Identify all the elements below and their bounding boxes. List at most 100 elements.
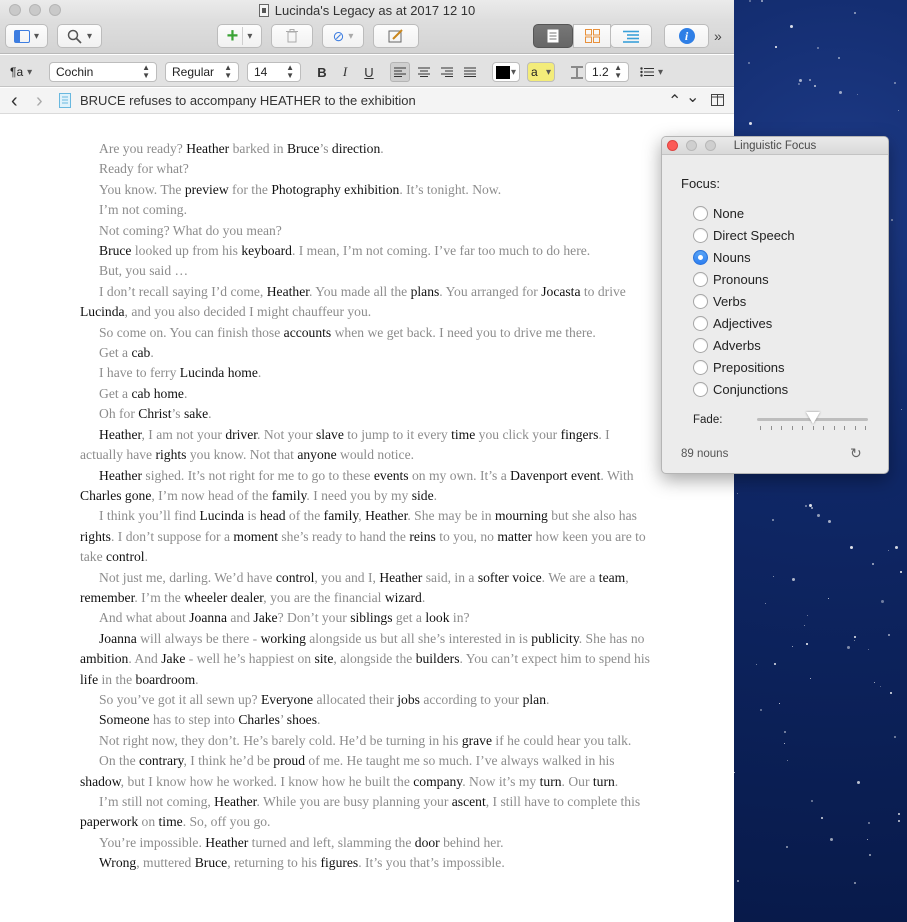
view-corkboard-button[interactable] <box>573 24 611 48</box>
noun: Bruce <box>99 243 132 259</box>
split-editor-button[interactable] <box>711 94 724 109</box>
radio-button[interactable] <box>693 337 708 353</box>
star <box>828 520 831 523</box>
text-color-button[interactable]: ▾ <box>492 62 520 82</box>
star <box>854 640 855 641</box>
paragraph[interactable]: On the contrary, I think he’d be proud o… <box>80 751 655 792</box>
paragraph[interactable]: I have to ferry Lucinda home. <box>80 363 655 383</box>
document-icon <box>258 4 269 17</box>
paragraph[interactable]: Are you ready? Heather barked in Bruce’s… <box>80 139 655 159</box>
paragraph[interactable]: Joanna will always be there - working al… <box>80 629 655 690</box>
noun: Charles gone <box>80 487 152 503</box>
radio-button[interactable] <box>693 359 708 375</box>
radio-button[interactable] <box>693 249 708 265</box>
font-family-select[interactable]: Cochin ▲ ▼ <box>49 62 157 82</box>
previous-document-button[interactable]: ⌃ <box>668 91 681 111</box>
document-text[interactable]: Are you ready? Heather barked in Bruce’s… <box>80 139 655 874</box>
line-spacing-select[interactable]: 1.2 ▲ ▼ <box>585 62 629 82</box>
search-button[interactable]: ▾ <box>57 24 102 48</box>
radio-button[interactable] <box>693 381 708 397</box>
font-size-select[interactable]: 14 ▲ ▼ <box>247 62 301 82</box>
focus-option-verbs[interactable]: Verbs <box>693 290 746 312</box>
toolbar-overflow-button[interactable]: » <box>714 28 722 44</box>
paragraph[interactable]: Not coming? What do you mean? <box>80 221 655 241</box>
faded-text: but she also has <box>547 508 637 524</box>
editor-header: ‹ › BRUCE refuses to accompany HEATHER t… <box>0 88 734 114</box>
radio-button[interactable] <box>693 293 708 309</box>
paragraph[interactable]: I don’t recall saying I’d come, Heather.… <box>80 282 655 323</box>
align-right-button[interactable] <box>437 62 457 82</box>
paragraph[interactable]: Ready for what? <box>80 159 655 179</box>
text-document-icon <box>59 93 71 111</box>
paragraph[interactable]: Oh for Christ’s sake. <box>80 404 655 424</box>
paragraph[interactable]: So come on. You can finish those account… <box>80 323 655 343</box>
paragraph[interactable]: Wrong, muttered Bruce, returning to his … <box>80 853 655 873</box>
attach-button[interactable]: ⊘ ▾ <box>322 24 364 48</box>
forward-button[interactable]: › <box>36 90 43 113</box>
focus-option-prepositions[interactable]: Prepositions <box>693 356 785 378</box>
paragraph[interactable]: Not just me, darling. We’d have control,… <box>80 568 655 609</box>
noun: preview <box>184 181 229 197</box>
binder-button[interactable]: ▾ <box>5 24 48 48</box>
radio-button[interactable] <box>693 205 708 221</box>
star <box>894 736 896 738</box>
noun: shoes <box>286 712 317 728</box>
focus-option-nouns[interactable]: Nouns <box>693 246 751 268</box>
focus-option-direct-speech[interactable]: Direct Speech <box>693 224 795 246</box>
add-button[interactable]: + ▾ <box>217 24 262 48</box>
paragraph[interactable]: Get a cab. <box>80 343 655 363</box>
paragraph[interactable]: I think you’ll find Lucinda is head of t… <box>80 506 655 567</box>
paragraph[interactable]: You’re impossible. Heather turned and le… <box>80 833 655 853</box>
paragraph[interactable]: But, you said … <box>80 261 655 281</box>
trash-button[interactable] <box>271 24 313 48</box>
font-style-select[interactable]: Regular ▲ ▼ <box>165 62 239 82</box>
paragraph[interactable]: So you’ve got it all sewn up? Everyone a… <box>80 690 655 710</box>
radio-button[interactable] <box>693 227 708 243</box>
title-bar: Lucinda's Legacy as at 2017 12 10 <box>0 0 734 20</box>
back-button[interactable]: ‹ <box>11 90 18 113</box>
paragraph-style-button[interactable]: ¶a ▾ <box>10 62 42 82</box>
document-title[interactable]: BRUCE refuses to accompany HEATHER to th… <box>80 93 416 108</box>
paragraph[interactable]: And what about Joanna and Jake? Don’t yo… <box>80 608 655 628</box>
noun: time <box>451 426 476 442</box>
inspector-button[interactable]: i <box>664 24 709 48</box>
text-editor[interactable]: Are you ready? Heather barked in Bruce’s… <box>0 115 734 922</box>
plus-icon: + <box>226 25 239 47</box>
radio-button[interactable] <box>693 271 708 287</box>
panel-zoom-button[interactable] <box>705 140 716 151</box>
updown-icon: ▲ ▼ <box>224 63 232 80</box>
paragraph[interactable]: Bruce looked up from his keyboard. I mea… <box>80 241 655 261</box>
paragraph[interactable]: Heather sighed. It’s not right for me to… <box>80 466 655 507</box>
next-document-button[interactable]: ⌄ <box>686 87 699 107</box>
focus-option-adjectives[interactable]: Adjectives <box>693 312 772 334</box>
view-document-button[interactable] <box>533 24 573 48</box>
italic-button[interactable]: I <box>335 62 355 82</box>
view-outline-button[interactable] <box>610 24 652 48</box>
refresh-icon[interactable]: ↻ <box>850 445 862 462</box>
align-center-button[interactable] <box>414 62 434 82</box>
radio-button[interactable] <box>693 315 708 331</box>
star <box>854 636 856 638</box>
bold-button[interactable]: B <box>312 62 332 82</box>
panel-close-button[interactable] <box>667 140 678 151</box>
paragraph[interactable]: Not right now, they don’t. He’s barely c… <box>80 731 655 751</box>
focus-option-pronouns[interactable]: Pronouns <box>693 268 769 290</box>
paragraph[interactable]: I’m still not coming, Heather. While you… <box>80 792 655 833</box>
align-left-button[interactable] <box>390 62 410 82</box>
focus-option-conjunctions[interactable]: Conjunctions <box>693 378 788 400</box>
faded-text: . It’s you that’s impossible. <box>358 855 505 871</box>
focus-option-adverbs[interactable]: Adverbs <box>693 334 761 356</box>
paragraph[interactable]: Heather, I am not your driver. Not your … <box>80 425 655 466</box>
paragraph[interactable]: Someone has to step into Charles’ shoes. <box>80 710 655 730</box>
paragraph[interactable]: I’m not coming. <box>80 200 655 220</box>
align-justify-button[interactable] <box>460 62 480 82</box>
focus-option-none[interactable]: None <box>693 202 744 224</box>
highlight-button[interactable]: a ▾ <box>527 62 555 82</box>
panel-minimize-button[interactable] <box>686 140 697 151</box>
underline-button[interactable]: U <box>359 62 379 82</box>
paragraph[interactable]: Get a cab home. <box>80 384 655 404</box>
list-button[interactable]: ▾ <box>640 62 670 82</box>
compose-button[interactable] <box>373 24 419 48</box>
paragraph[interactable]: You know. The preview for the Photograph… <box>80 180 655 200</box>
fade-slider-thumb[interactable] <box>805 412 820 424</box>
